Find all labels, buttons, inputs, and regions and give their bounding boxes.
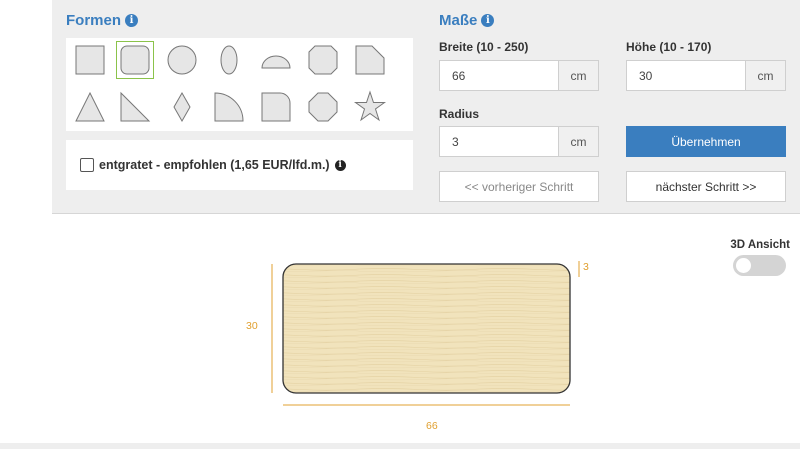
shapes-title: Formen	[66, 12, 122, 29]
previous-step-button[interactable]: << vorheriger Schritt	[439, 171, 599, 202]
apply-button[interactable]: Übernehmen	[626, 126, 786, 157]
shape-diamond[interactable]	[164, 89, 200, 125]
shape-cut-corner-square[interactable]	[305, 42, 341, 78]
height-label: Höhe (10 - 170)	[626, 40, 712, 54]
shape-circle[interactable]	[164, 42, 200, 78]
width-field: cm	[439, 60, 599, 91]
shape-right-triangle[interactable]	[117, 89, 153, 125]
edging-option: entgratet - empfohlen (1,65 EUR/lfd.m.) …	[66, 140, 413, 190]
shape-slanted-trapezoid[interactable]	[352, 42, 388, 78]
shapes-section-title: Formen i	[66, 12, 139, 29]
plate-shape	[282, 263, 571, 394]
info-icon[interactable]: i	[481, 14, 495, 27]
dimensions-section-title: Maße i	[439, 12, 495, 29]
edging-checkbox[interactable]	[80, 158, 94, 172]
width-unit: cm	[558, 61, 598, 90]
shape-semicircle[interactable]	[258, 42, 294, 78]
view-3d-toggle[interactable]	[733, 255, 786, 276]
edging-label: entgratet - empfohlen (1,65 EUR/lfd.m.)	[99, 158, 330, 172]
radius-field: cm	[439, 126, 599, 157]
shape-preview: 30 66 3	[240, 255, 600, 440]
width-dimension-label: 66	[426, 420, 438, 432]
height-unit: cm	[745, 61, 785, 90]
shape-ellipse[interactable]	[211, 42, 247, 78]
height-input[interactable]	[627, 61, 745, 90]
shape-rounded-rectangle[interactable]	[116, 41, 154, 79]
shape-picker	[66, 38, 413, 131]
info-icon[interactable]: i	[334, 159, 346, 171]
shape-octagon[interactable]	[305, 89, 341, 125]
width-input[interactable]	[440, 61, 558, 90]
view-3d-label: 3D Ansicht	[730, 239, 790, 251]
footer-strip	[0, 443, 800, 449]
edging-label-wrap[interactable]: entgratet - empfohlen (1,65 EUR/lfd.m.) …	[99, 158, 346, 172]
radius-input[interactable]	[440, 127, 558, 156]
radius-unit: cm	[558, 127, 598, 156]
configuration-panel: Formen i entgratet - empfohlen (1,65 EUR…	[52, 0, 800, 214]
shape-star[interactable]	[352, 89, 388, 125]
height-dimension-label: 30	[246, 320, 258, 332]
radius-label: Radius	[439, 107, 480, 121]
shape-triangle[interactable]	[72, 89, 108, 125]
shape-rectangle[interactable]	[72, 42, 108, 78]
height-field: cm	[626, 60, 786, 91]
shape-single-rounded-corner[interactable]	[258, 89, 294, 125]
info-icon[interactable]: i	[125, 14, 139, 27]
shape-quarter-circle[interactable]	[211, 89, 247, 125]
preview-canvas: 30 66 3	[246, 261, 589, 432]
dimensions-title: Maße	[439, 12, 478, 29]
next-step-button[interactable]: nächster Schritt >>	[626, 171, 786, 202]
toggle-knob	[736, 258, 751, 273]
width-label: Breite (10 - 250)	[439, 40, 529, 54]
radius-dimension-label: 3	[583, 261, 589, 273]
